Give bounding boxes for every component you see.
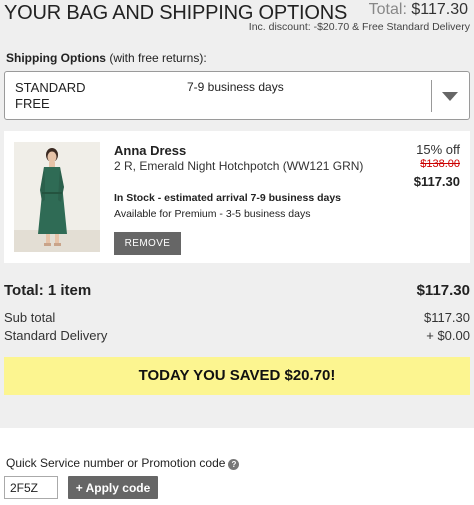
shipping-options-label: Shipping Options (with free returns): <box>6 51 207 65</box>
shipping-options-label-rest: (with free returns): <box>105 51 207 65</box>
product-image[interactable] <box>14 142 100 252</box>
header-total-value: $117.30 <box>411 1 468 18</box>
shipping-options-select[interactable]: STANDARD FREE 7-9 business days <box>4 71 470 120</box>
delivery-value: + $0.00 <box>426 328 470 343</box>
summary-total-label: Total: 1 item <box>4 282 92 299</box>
shipping-selected-days: 7-9 business days <box>187 80 284 94</box>
original-price: $138.00 <box>420 158 460 170</box>
bag-panel: YOUR BAG AND SHIPPING OPTIONS Total: $11… <box>0 0 474 428</box>
discount-note: Inc. discount: -$20.70 & Free Standard D… <box>248 21 470 33</box>
stock-status: In Stock - estimated arrival 7-9 busines… <box>114 192 342 204</box>
header-total: Total: $117.30 <box>369 1 468 19</box>
shipping-selected-option: STANDARD FREE <box>15 80 86 112</box>
subtotal-value: $117.30 <box>423 310 470 325</box>
promo-code-label: Quick Service number or Promotion code? <box>6 456 240 470</box>
dress-photo-icon <box>14 142 100 252</box>
summary-total-row: Total: 1 item $117.30 <box>4 282 470 300</box>
summary-delivery-row: Standard Delivery + $0.00 <box>4 328 470 346</box>
chevron-down-icon[interactable] <box>442 92 458 101</box>
savings-banner: TODAY YOU SAVED $20.70! <box>4 357 470 395</box>
shipping-selected-price: FREE <box>15 96 50 111</box>
select-divider <box>431 80 432 112</box>
product-description: 2 R, Emerald Night Hotchpotch (WW121 GRN… <box>114 159 364 173</box>
sale-price: $117.30 <box>413 174 460 189</box>
delivery-label: Standard Delivery <box>4 328 108 343</box>
summary-subtotal-row: Sub total $117.30 <box>4 310 470 328</box>
header-total-label: Total: <box>368 1 407 18</box>
promo-code-input[interactable] <box>4 476 58 499</box>
cart-item: Anna Dress 2 R, Emerald Night Hotchpotch… <box>4 131 470 263</box>
premium-availability: Available for Premium - 3-5 business day… <box>114 208 311 220</box>
subtotal-label: Sub total <box>4 310 56 325</box>
apply-code-button[interactable]: + Apply code <box>68 476 158 499</box>
shipping-selected-name: STANDARD <box>15 80 86 95</box>
bag-header: YOUR BAG AND SHIPPING OPTIONS Total: $11… <box>0 0 474 36</box>
shipping-options-label-bold: Shipping Options <box>6 51 106 65</box>
summary-total-value: $117.30 <box>416 282 470 299</box>
product-name[interactable]: Anna Dress <box>114 143 186 158</box>
question-icon[interactable]: ? <box>228 459 240 470</box>
promo-code-label-text: Quick Service number or Promotion code <box>6 456 226 470</box>
remove-button[interactable]: REMOVE <box>114 232 181 255</box>
discount-percent: 15% off <box>416 142 460 157</box>
